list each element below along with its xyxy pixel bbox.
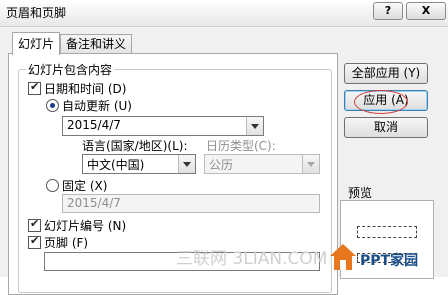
slide-content-group-title: 幻灯片包含内容 <box>26 61 115 78</box>
preview-placeholder-top <box>357 226 417 238</box>
language-value: 中文(中国) <box>87 158 145 172</box>
cancel-button[interactable]: 取消 <box>344 117 428 138</box>
annotation-circle <box>354 90 408 114</box>
house-logo-icon <box>328 242 358 272</box>
footer-label: 页脚 (F) <box>44 236 89 250</box>
watermark-text: 三联网 3LIAN.COM <box>176 249 328 269</box>
date-format-select[interactable]: 2015/4/7 <box>62 116 264 136</box>
preview-label: 预览 <box>346 184 375 201</box>
help-button[interactable]: ? <box>373 2 403 20</box>
slide-number-checkbox[interactable] <box>28 217 41 232</box>
fixed-radio[interactable] <box>46 179 59 192</box>
watermark-logo-text: PPT家园 <box>360 253 419 269</box>
dialog-title: 页眉和页脚 <box>6 6 67 20</box>
calendar-type-label: 日历类型(C): <box>206 139 276 153</box>
tab-notes-handouts[interactable]: 备注和讲义 <box>60 34 133 54</box>
apply-all-button[interactable]: 全部应用 (Y) <box>344 63 428 84</box>
auto-update-label: 自动更新 (U) <box>62 99 132 113</box>
language-select[interactable]: 中文(中国) <box>82 154 196 174</box>
date-format-value: 2015/4/7 <box>67 118 121 132</box>
fixed-date-value: 2015/4/7 <box>67 196 121 210</box>
calendar-type-value: 公历 <box>209 158 234 172</box>
tab-slide[interactable]: 幻灯片 <box>12 32 61 55</box>
calendar-type-select: 公历 <box>204 154 320 174</box>
chevron-down-icon[interactable] <box>178 155 195 173</box>
auto-update-radio[interactable] <box>46 99 59 112</box>
chevron-down-icon[interactable] <box>246 117 263 135</box>
fixed-label: 固定 (X) <box>62 179 108 193</box>
header-footer-dialog: 页眉和页脚 ? X 幻灯片 备注和讲义 幻灯片包含内容 日期和时间 (D) 自动… <box>0 0 448 295</box>
date-time-label: 日期和时间 (D) <box>44 82 127 96</box>
chevron-down-icon <box>302 155 319 173</box>
footer-checkbox[interactable] <box>28 234 41 249</box>
language-label: 语言(国家/地区)(L): <box>82 139 188 153</box>
slide-number-label: 幻灯片编号 (N) <box>44 219 127 233</box>
close-button[interactable]: X <box>406 2 446 20</box>
fixed-date-input: 2015/4/7 <box>62 194 320 213</box>
date-time-checkbox[interactable] <box>28 80 41 95</box>
title-bar: 页眉和页脚 ? X <box>0 0 448 27</box>
